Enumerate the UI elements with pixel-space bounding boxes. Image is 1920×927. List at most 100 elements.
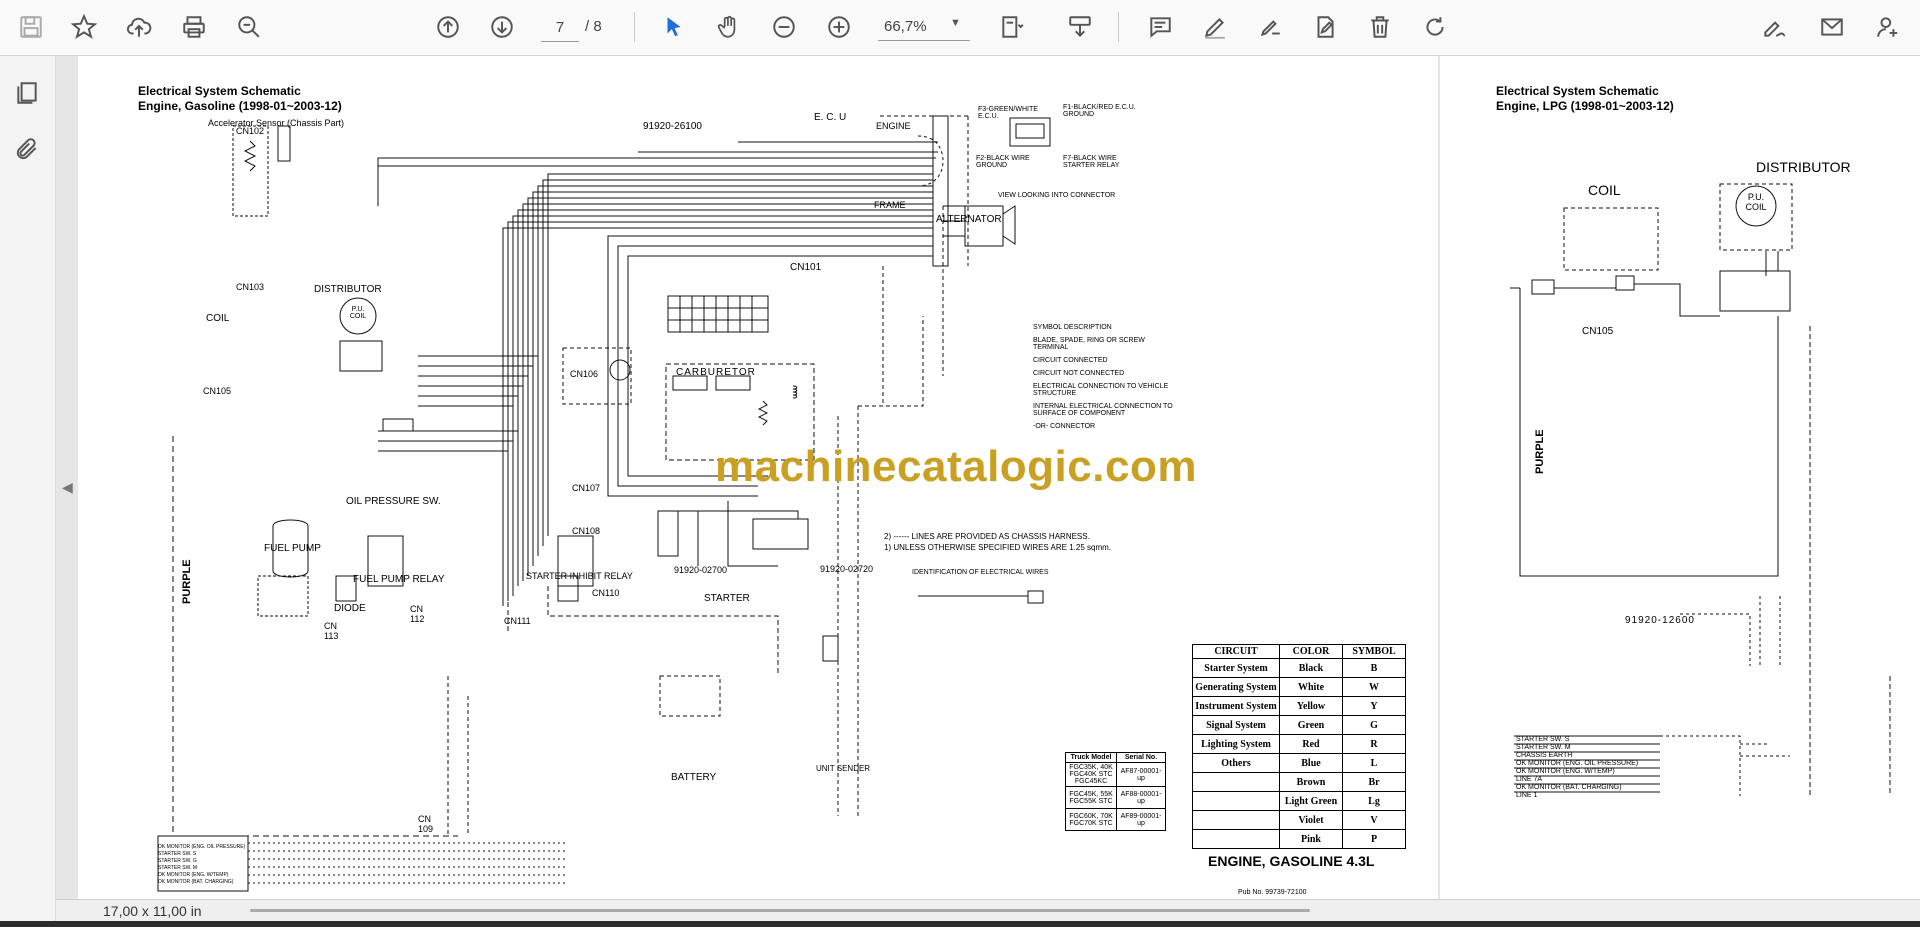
table-cell: White [1279,677,1343,697]
table-header: CIRCUIT [1192,644,1280,659]
zoom-search-icon[interactable] [231,9,267,45]
table-cell: Lighting System [1192,734,1280,754]
highlight-pen-icon[interactable] [1252,9,1288,45]
table-cell: Blue [1279,753,1343,773]
table-cell: Lg [1342,791,1406,811]
table-cell [1192,829,1280,849]
legend-row: OK MONITOR (ENG. OIL PRESSURE) [158,844,246,850]
table-cell: G [1342,715,1406,735]
table-cell: AF89-00001-up [1116,808,1166,831]
table-cell [1192,772,1280,792]
alternator-label: ALTERNATOR [936,214,1002,225]
table-row: Pink P [1192,829,1406,849]
download-tray-icon[interactable] [1062,9,1098,45]
symbol-legend-header: SYMBOL DESCRIPTION [1033,324,1112,331]
coil-label: COIL [1588,182,1621,198]
table-cell: Black [1279,658,1343,678]
distributor-label: DISTRIBUTOR [314,284,382,295]
connector-pin-label: F2-BLACK WIRE GROUND [976,155,1030,169]
left-sidebar [0,56,56,927]
page-fit-icon[interactable] [994,9,1030,45]
table-cell [1192,810,1280,830]
table-cell: W [1342,677,1406,697]
frame-label: FRAME [874,200,906,210]
chevron-down-icon[interactable]: ▼ [950,17,961,29]
part-number-label: 91920-02720 [820,564,874,574]
symbol-legend-item: CIRCUIT NOT CONNECTED [1033,370,1125,377]
print-icon[interactable] [176,9,212,45]
connector-label: CN101 [790,262,822,273]
rotate-redo-icon[interactable] [1417,9,1453,45]
page-up-icon[interactable] [430,9,466,45]
table-row: Violet V [1192,810,1406,830]
table-cell: Brown [1279,772,1343,792]
table-row: Light Green Lg [1192,791,1406,811]
table-cell: Red [1279,734,1343,754]
bookmark-star-icon[interactable] [66,9,102,45]
table-row: Lighting System Red R [1192,734,1406,754]
table-cell: Pink [1279,829,1343,849]
part-number-label: 91920-26100 [643,121,702,132]
connector-label: CN107 [572,483,601,493]
toolbar-divider [634,12,635,42]
table-row: FGC45K, 55K FGC55K STC AF88-00001-up [1065,786,1166,809]
pu-coil-label: P.U. COIL [1745,192,1767,212]
table-cell: Violet [1279,810,1343,830]
mail-icon[interactable] [1814,9,1850,45]
wire-legend-box: OK MONITOR (ENG. OIL PRESSURE) STARTER S… [158,844,258,886]
add-user-icon[interactable] [1870,9,1906,45]
table-cell: FGC35K, 40K FGC40K STC FGC45KC [1065,762,1117,787]
legend-row: LINE 7A [1516,776,1543,783]
previous-page-arrow-icon[interactable]: ◀ [62,479,73,496]
connector-label: CN102 [236,126,265,136]
note-text: 1) UNLESS OTHERWISE SPECIFIED WIRES ARE … [884,543,1112,552]
legend-row: OK MONITOR (ENG. W/TEMP) [158,872,229,878]
page-number-input[interactable]: 7 [541,13,579,42]
table-cell: AF88-00001-up [1116,786,1166,809]
pen-icon[interactable] [1197,9,1233,45]
trash-icon[interactable] [1362,9,1398,45]
connector-label: CN105 [1582,326,1614,337]
table-cell: Instrument System [1192,696,1280,716]
legend-row: STARTER SW. M [158,865,197,871]
table-cell: L [1342,753,1406,773]
save-icon[interactable] [13,9,49,45]
horizontal-scrollbar[interactable] [250,909,1310,912]
sign-icon[interactable] [1756,9,1792,45]
table-row: Generating System White W [1192,677,1406,697]
attachment-icon[interactable] [11,133,43,165]
connector-label: CN105 [203,386,232,396]
table-cell: Generating System [1192,677,1280,697]
watermark-text: machinecatalogic.com [715,442,1197,491]
symbol-legend-item: INTERNAL ELECTRICAL CONNECTION TO SURFAC… [1033,403,1173,417]
note-text: 2) ------ LINES ARE PROVIDED AS CHASSIS … [884,532,1090,541]
table-cell: AF87-00001-up [1116,762,1166,787]
legend-row: OK MONITOR (ENG. OIL PRESSURE) [1516,760,1639,767]
toolbar-divider [1118,12,1119,42]
cursor-select-icon[interactable] [656,9,692,45]
taskbar-strip [0,921,1920,927]
page-down-icon[interactable] [484,9,520,45]
starter-label: STARTER [704,593,750,604]
connector-label: CN103 [236,282,265,292]
circuit-color-table: CIRCUIT COLOR SYMBOL Starter System Black… [1192,644,1406,849]
symbol-legend-item: BLADE, SPADE, RING OR SCREW TERMINAL [1033,337,1145,351]
battery-label: BATTERY [671,772,717,783]
stamp-icon[interactable] [1307,9,1343,45]
diode-label: DIODE [334,603,366,614]
legend-row: STARTER SW. G [158,858,197,864]
connector-note: VIEW LOOKING INTO CONNECTOR [998,192,1116,199]
page-total-label: / 8 [585,18,602,35]
zoom-out-icon[interactable] [766,9,802,45]
engine-label: ENGINE [876,121,911,131]
wire-legend-box: STARTER SW. S STARTER SW. M CHASSIS EART… [1516,736,1660,800]
upload-cloud-icon[interactable] [121,9,157,45]
table-cell: R [1342,734,1406,754]
pages-thumbnails-icon[interactable] [11,77,43,109]
document-viewer[interactable]: ◀ ▶ Electrical System Schematic Engine, … [56,56,1920,899]
table-cell: Others [1192,753,1280,773]
zoom-in-icon[interactable] [821,9,857,45]
comment-icon[interactable] [1142,9,1178,45]
connector-label: CN110 [592,588,620,598]
hand-pan-icon[interactable] [711,9,747,45]
